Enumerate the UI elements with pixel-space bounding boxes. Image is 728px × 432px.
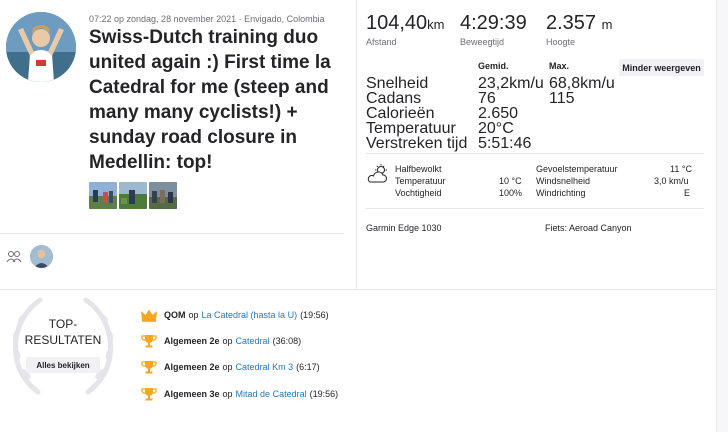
- weather-humidity-value: 100%: [499, 188, 523, 198]
- stat-avg: 5:51:46: [478, 135, 532, 152]
- weather-humidity-label: Vochtigheid: [395, 188, 442, 198]
- section-divider: [0, 289, 716, 290]
- moving-time-value: 4:29:39: [460, 12, 527, 34]
- athlete-avatar[interactable]: [6, 12, 76, 82]
- segment-link[interactable]: Catedral Km 3: [236, 362, 294, 372]
- result-op: op: [188, 310, 199, 320]
- scrollbar-track[interactable]: [716, 0, 728, 432]
- group-icon[interactable]: [6, 250, 22, 264]
- photo-strip: [89, 182, 177, 209]
- segment-link[interactable]: La Catedral (hasta la U): [202, 310, 298, 320]
- weather-temp-label: Temperatuur: [395, 176, 446, 186]
- weather-wind-speed-label: Windsnelheid: [536, 176, 591, 186]
- group-member-avatar[interactable]: [30, 245, 53, 268]
- segment-link[interactable]: Mitad de Catedral: [236, 389, 307, 399]
- weather-feels-label: Gevoelstemperatuur: [536, 164, 618, 174]
- result-op: op: [222, 389, 233, 399]
- max-column-header: Max.: [549, 61, 570, 71]
- elevation-label: Hoogte: [546, 37, 576, 47]
- trophy-icon: [141, 335, 157, 348]
- device-name: Garmin Edge 1030: [366, 223, 442, 233]
- trophy-icon: [141, 388, 157, 401]
- result-achievement: Algemeen 2e: [164, 336, 220, 346]
- distance-stat: 104,40km Afstand: [366, 12, 445, 47]
- elevation-value: 2.357: [546, 12, 597, 34]
- weather-wind-dir-label: Windrichting: [536, 188, 586, 198]
- moving-time-stat: 4:29:39 Beweegtijd: [460, 12, 527, 47]
- weather-temp-value: 10 °C: [499, 176, 522, 186]
- elevation-stat: 2.357 m Hoogte: [546, 12, 612, 47]
- photo-thumbnail[interactable]: [89, 182, 117, 209]
- top-results-title-line1: TOP-: [48, 317, 78, 331]
- activity-meta: 07:22 op zondag, 28 november 2021 · Envi…: [89, 14, 325, 24]
- trophy-icon: [141, 361, 157, 374]
- result-item: Algemeen 2e op Catedral (36:08): [140, 333, 301, 349]
- activity-title: Swiss-Dutch training duo united again :)…: [89, 27, 331, 173]
- stat-label: Verstreken tijd: [366, 135, 468, 152]
- result-time: (19:56): [300, 310, 329, 320]
- divider: [0, 233, 344, 234]
- bike-name[interactable]: Fiets: Aeroad Canyon: [545, 223, 632, 233]
- partly-cloudy-icon: [367, 164, 387, 183]
- moving-time-label: Beweegtijd: [460, 37, 505, 47]
- result-item: Algemeen 2e op Catedral Km 3 (6:17): [140, 359, 320, 375]
- weather-condition: Halfbewolkt: [395, 164, 442, 174]
- distance-value: 104,40: [366, 12, 428, 34]
- column-divider: [356, 0, 357, 290]
- divider: [366, 153, 704, 154]
- stat-max: 115: [549, 90, 575, 107]
- result-achievement: Algemeen 2e: [164, 362, 220, 372]
- show-less-button[interactable]: Minder weergeven: [619, 59, 704, 76]
- crown-icon: [141, 309, 157, 322]
- weather-wind-dir-value: E: [684, 188, 691, 198]
- result-achievement: Algemeen 3e: [164, 389, 220, 399]
- segment-link[interactable]: Catedral: [236, 336, 270, 346]
- result-time: (6:17): [296, 362, 320, 372]
- result-op: op: [222, 362, 233, 372]
- laurel-badge-icon: [12, 297, 114, 395]
- result-item: Algemeen 3e op Mitad de Catedral (19:56): [140, 386, 338, 402]
- see-all-button[interactable]: Alles bekijken: [26, 357, 100, 373]
- result-item: QOM op La Catedral (hasta la U) (19:56): [140, 307, 329, 323]
- result-op: op: [222, 336, 233, 346]
- result-time: (19:56): [309, 389, 339, 399]
- photo-thumbnail[interactable]: [119, 182, 147, 209]
- result-time: (36:08): [272, 336, 302, 346]
- avg-column-header: Gemid.: [478, 61, 509, 71]
- result-achievement: QOM: [164, 310, 186, 320]
- weather-feels-value: 11 °C: [670, 164, 692, 174]
- photo-thumbnail[interactable]: [149, 182, 177, 209]
- top-results-title: TOP- RESULTATEN: [8, 316, 118, 348]
- top-results-title-line2: RESULTATEN: [24, 333, 102, 347]
- activity-header: 07:22 op zondag, 28 november 2021 · Envi…: [0, 0, 356, 290]
- distance-label: Afstand: [366, 37, 397, 47]
- distance-unit: km: [427, 17, 445, 32]
- elevation-unit: m: [601, 17, 613, 32]
- weather-wind-speed-value: 3,0 km/u: [654, 176, 689, 186]
- divider: [366, 208, 704, 209]
